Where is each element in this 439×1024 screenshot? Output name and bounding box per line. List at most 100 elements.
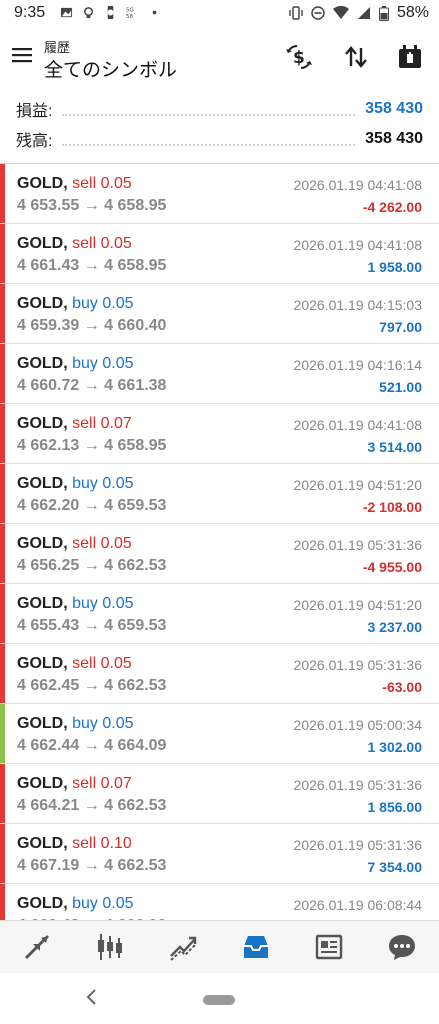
- currency-exchange-icon: $: [286, 45, 312, 69]
- home-pill[interactable]: [203, 995, 235, 1005]
- quotes-tab[interactable]: [0, 921, 73, 973]
- news-tab[interactable]: [293, 921, 366, 973]
- notification-icons: 5G 58: [60, 6, 161, 19]
- bottom-tab-bar: [0, 920, 439, 973]
- trade-symbol-line: GOLD, buy 0.05: [17, 895, 134, 913]
- trade-symbol-line: GOLD, buy 0.05: [17, 355, 134, 373]
- lightbulb-notification-icon: [84, 7, 93, 19]
- trade-row[interactable]: GOLD, buy 0.05 4 659.39 → 4 660.40 2026.01…: [0, 284, 439, 344]
- trade-symbol-line: GOLD, sell 0.10: [17, 835, 132, 853]
- trade-profit: 1 856.00: [367, 799, 423, 815]
- trade-prices: 4 664.21 → 4 662.53: [17, 797, 167, 814]
- trade-side: buy: [72, 715, 98, 732]
- trade-symbol-line: GOLD, buy 0.05: [17, 475, 134, 493]
- calendar-button[interactable]: [395, 42, 425, 72]
- sort-arrows-icon: [345, 46, 367, 68]
- trade-profit: 3 514.00: [367, 439, 423, 455]
- page-subtitle: 履歴: [44, 40, 71, 55]
- trade-side: buy: [72, 475, 98, 492]
- more-dot-icon: [152, 10, 157, 15]
- trade-profit: -63.00: [382, 679, 422, 695]
- inbox-icon: [244, 936, 269, 958]
- trade-row[interactable]: GOLD, buy 0.05 4 662.44 → 4 664.09 2026.01…: [0, 704, 439, 764]
- trade-indicator-bar: [0, 644, 5, 703]
- signal-icon: [357, 7, 370, 19]
- trade-row[interactable]: GOLD, buy 0.054 660.48 → 4 660.902026.01…: [0, 884, 439, 920]
- chart-tab[interactable]: [73, 921, 146, 973]
- trade-side: sell: [72, 655, 97, 672]
- trade-profit: 797.00: [379, 319, 422, 335]
- trade-profit: 7 354.00: [367, 859, 423, 875]
- profit-label: 損益:: [16, 103, 53, 120]
- trade-volume: 0.05: [102, 355, 134, 372]
- trade-time: 2026.01.19 04:51:20: [293, 597, 422, 613]
- svg-text:58: 58: [126, 14, 134, 19]
- trade-profit: 1 958.00: [367, 259, 423, 275]
- newspaper-icon: [316, 934, 343, 960]
- trade-side: buy: [72, 595, 98, 612]
- trade-volume: 0.05: [100, 175, 132, 192]
- trade-symbol: GOLD,: [17, 775, 68, 792]
- trade-volume: 0.07: [100, 415, 132, 432]
- battery-percent: 58%: [396, 4, 429, 21]
- trade-prices: 4 662.44 → 4 664.09: [17, 737, 167, 754]
- trade-time: 2026.01.19 05:00:34: [293, 717, 422, 733]
- trade-row[interactable]: GOLD, buy 0.05 4 660.72 → 4 661.38 2026.01…: [0, 344, 439, 404]
- balance-value: 358 430: [365, 130, 423, 147]
- trade-symbol: GOLD,: [17, 175, 68, 192]
- quotes-arrows-icon: [24, 934, 49, 960]
- back-chevron-icon[interactable]: [82, 987, 102, 1007]
- page-title[interactable]: 全てのシンボル: [44, 55, 177, 82]
- trade-indicator-bar: [0, 824, 5, 883]
- trade-indicator-bar: [0, 584, 5, 643]
- trade-symbol: GOLD,: [17, 655, 68, 672]
- trade-row[interactable]: GOLD, sell 0.05 4 662.45 → 4 662.53 2026.0…: [0, 644, 439, 704]
- trade-side: sell: [72, 535, 97, 552]
- trade-volume: 0.05: [102, 295, 134, 312]
- history-tab[interactable]: [220, 921, 293, 973]
- trade-side: sell: [72, 775, 97, 792]
- sort-button[interactable]: [341, 42, 371, 72]
- trade-volume: 0.05: [102, 895, 134, 912]
- do-not-disturb-icon: [311, 6, 325, 20]
- menu-button[interactable]: [8, 41, 36, 69]
- trade-row[interactable]: GOLD, buy 0.05 4 662.20 → 4 659.53 2026.01…: [0, 464, 439, 524]
- profit-value: 358 430: [365, 100, 423, 117]
- trade-prices: 4 659.39 → 4 660.40: [17, 317, 167, 334]
- messages-tab[interactable]: [366, 921, 439, 973]
- trade-row[interactable]: GOLD, sell 0.07 4 664.21 → 4 662.53 2026.0…: [0, 764, 439, 824]
- trade-time: 2026.01.19 04:51:20: [293, 477, 422, 493]
- trade-symbol: GOLD,: [17, 715, 68, 732]
- trade-indicator-bar: [0, 344, 5, 403]
- deposit-filter-button[interactable]: $: [284, 42, 314, 72]
- trade-row[interactable]: GOLD, buy 0.05 4 655.43 → 4 659.53 2026.01…: [0, 584, 439, 644]
- trade-row[interactable]: GOLD, sell 0.05 4 656.25 → 4 662.53 2026.0…: [0, 524, 439, 584]
- trade-volume: 0.05: [100, 235, 132, 252]
- trade-tab[interactable]: [146, 921, 219, 973]
- trade-symbol-line: GOLD, sell 0.05: [17, 535, 132, 553]
- trade-symbol-line: GOLD, sell 0.07: [17, 415, 132, 433]
- trade-time: 2026.01.19 04:16:14: [293, 357, 422, 373]
- hamburger-menu-icon: [12, 48, 32, 63]
- trade-row[interactable]: GOLD, sell 0.10 4 667.19 → 4 662.53 2026.0…: [0, 824, 439, 884]
- trade-side: sell: [72, 235, 97, 252]
- trade-volume: 0.05: [102, 715, 134, 732]
- trade-symbol-line: GOLD, buy 0.05: [17, 295, 134, 313]
- trade-indicator-bar: [0, 764, 5, 823]
- trade-prices: 4 661.43 → 4 658.95: [17, 257, 167, 274]
- trade-symbol: GOLD,: [17, 535, 68, 552]
- trade-row[interactable]: GOLD, sell 0.07 4 662.13 → 4 658.95 2026.0…: [0, 404, 439, 464]
- trade-side: buy: [72, 295, 98, 312]
- status-time: 9:35: [14, 4, 46, 21]
- trade-volume: 0.10: [100, 835, 132, 852]
- trade-volume: 0.07: [100, 775, 132, 792]
- trade-symbol: GOLD,: [17, 235, 68, 252]
- trade-symbol-line: GOLD, sell 0.05: [17, 175, 132, 193]
- trade-prices: 4 656.25 → 4 662.53: [17, 557, 167, 574]
- trade-row[interactable]: GOLD, sell 0.05 4 661.43 → 4 658.95 2026.0…: [0, 224, 439, 284]
- trade-volume: 0.05: [102, 475, 134, 492]
- trade-prices: 4 662.13 → 4 658.95: [17, 437, 167, 454]
- trade-row[interactable]: GOLD, sell 0.05 4 653.55 → 4 658.95 2026.0…: [0, 164, 439, 224]
- trade-history-list[interactable]: GOLD, sell 0.05 4 653.55 → 4 658.95 2026.0…: [0, 164, 439, 920]
- trade-profit: -2 108.00: [362, 499, 422, 515]
